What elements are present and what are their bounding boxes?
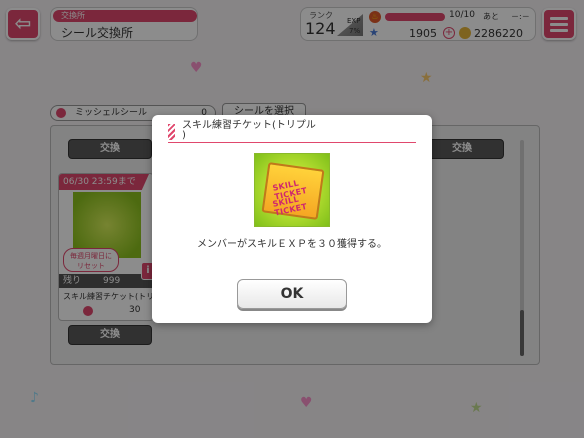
skill-ticket-image: SKILL TICKET SKILL TICKET bbox=[254, 153, 330, 227]
striped-accent-icon bbox=[168, 124, 175, 140]
dialog-title: スキル練習チケット(トリプル ) bbox=[182, 120, 316, 141]
dialog-description: メンバーがスキルＥＸＰを３０獲得する。 bbox=[197, 239, 387, 250]
dialog-header: スキル練習チケット(トリプル ) bbox=[168, 121, 416, 143]
item-detail-dialog: スキル練習チケット(トリプル ) SKILL TICKET SKILL TICK… bbox=[152, 115, 432, 323]
ok-button[interactable]: OK bbox=[237, 279, 347, 309]
